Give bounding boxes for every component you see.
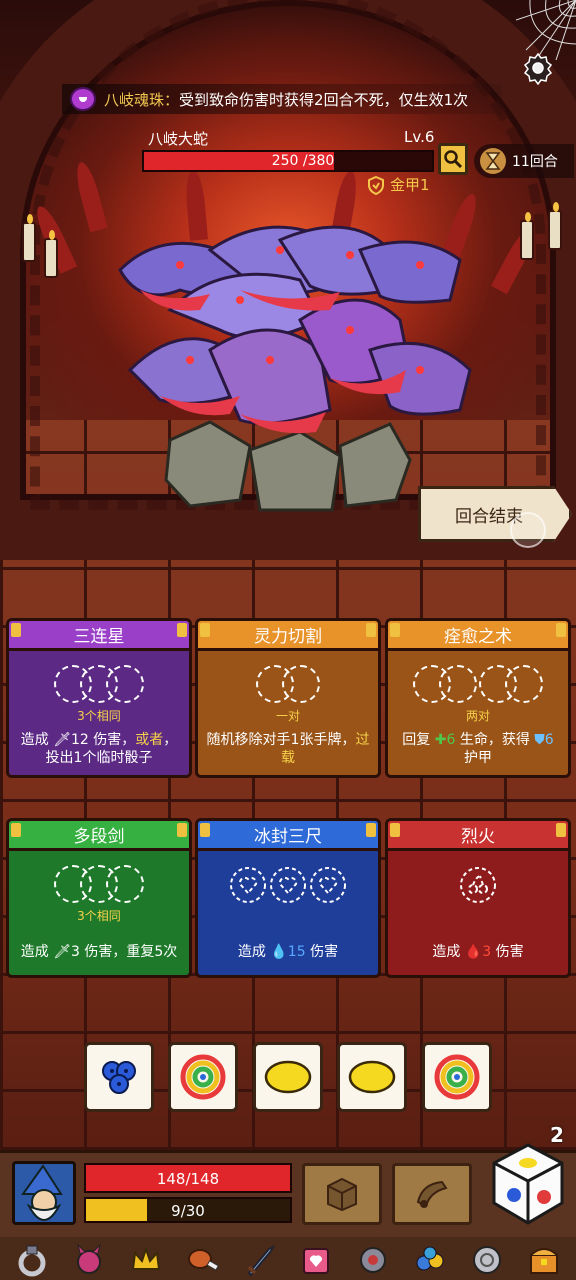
armor-text: 金甲1 bbox=[390, 176, 430, 194]
relic-name: 八岐魂珠 bbox=[104, 90, 165, 109]
card-description: 随机移除对手1张手牌，过载 bbox=[206, 732, 370, 766]
sword-icon[interactable] bbox=[240, 1241, 280, 1279]
dice-slot[interactable] bbox=[505, 665, 543, 703]
round-counter: 11回合 bbox=[474, 144, 574, 178]
player-hp-bar: 148/148 bbox=[84, 1163, 292, 1193]
meat-icon[interactable] bbox=[183, 1241, 223, 1279]
player-energy-bar: 9/30 bbox=[84, 1197, 292, 1223]
player-energy-text: 9/30 bbox=[171, 1202, 205, 1220]
enemy-name: 八岐大蛇 bbox=[148, 130, 209, 148]
player-avatar[interactable] bbox=[12, 1161, 76, 1225]
player-hp-text: 148/148 bbox=[156, 1170, 220, 1188]
dice-slots[interactable] bbox=[388, 865, 568, 905]
card-spirit-cut[interactable]: 灵力切割 一对 随机移除对手1张手牌，过载 bbox=[195, 618, 381, 778]
candle bbox=[520, 212, 534, 260]
horn-icon bbox=[416, 1180, 448, 1208]
card-blaze[interactable]: 烈火 造成 🩸3 伤害 bbox=[385, 818, 571, 978]
card-title: 冰封三尺 bbox=[198, 821, 378, 851]
settings-button[interactable] bbox=[518, 48, 558, 88]
rainbow-swirl-icon bbox=[180, 1054, 226, 1100]
card-healing-art[interactable]: 痊愈之术 两对 回复 ✚6 生命，获得 ⛊6 护甲 bbox=[385, 618, 571, 778]
sword-icon: 🗡 bbox=[53, 944, 71, 960]
love-potion-icon[interactable] bbox=[296, 1241, 336, 1279]
berries-icon[interactable] bbox=[410, 1241, 450, 1279]
enemy-hp-text: 250 /380 bbox=[271, 153, 335, 169]
rainbow-swirl-icon bbox=[434, 1054, 480, 1100]
dice-slots[interactable] bbox=[9, 665, 189, 703]
item-slot-dice-box[interactable] bbox=[302, 1163, 382, 1225]
hydra-boss-sprite[interactable] bbox=[100, 210, 480, 520]
sword-icon: 🗡 bbox=[53, 732, 71, 748]
card-description: 造成 🗡12 伤害，或者，投出1个临时骰子 bbox=[20, 732, 178, 766]
item-slot-horn[interactable] bbox=[392, 1163, 472, 1225]
hourglass-icon bbox=[480, 148, 506, 174]
slot-requirement: 3个相同 bbox=[77, 709, 121, 723]
dice-slot[interactable] bbox=[282, 665, 320, 703]
relic-effect-banner: 八岐魂珠：受到致命伤害时获得2回合不死，仅生效1次 bbox=[62, 84, 502, 114]
heart-slot-icon[interactable] bbox=[228, 865, 348, 905]
blueberry-icon bbox=[102, 1061, 136, 1094]
touch-indicator bbox=[510, 512, 546, 548]
slot-requirement: 3个相同 bbox=[77, 909, 121, 923]
coin-icon[interactable] bbox=[467, 1241, 507, 1279]
round-text: 11回合 bbox=[512, 154, 558, 170]
dice-slots[interactable] bbox=[198, 865, 378, 905]
enemy-level: Lv.6 bbox=[404, 128, 435, 146]
demon-orb-icon bbox=[70, 87, 96, 111]
slot-requirement: 一对 bbox=[275, 709, 300, 723]
candle bbox=[22, 214, 36, 262]
card-description: 造成 🩸3 伤害 bbox=[432, 944, 524, 960]
card-three-stars[interactable]: 三连星 3个相同 造成 🗡12 伤害，或者，投出1个临时骰子 bbox=[6, 618, 192, 778]
shield-icon bbox=[368, 175, 384, 195]
enemy-hp-bar: 250 /380 bbox=[142, 150, 434, 172]
slot-requirement: 两对 bbox=[465, 709, 490, 723]
card-description: 造成 🗡3 伤害，重复5次 bbox=[20, 944, 178, 960]
water-drop-icon: 💧 bbox=[270, 944, 288, 960]
relic-inventory-bar bbox=[0, 1237, 576, 1280]
heal-plus-icon: ✚ bbox=[434, 732, 447, 748]
ring-icon[interactable] bbox=[12, 1241, 52, 1279]
card-description: 回复 ✚6 生命，获得 ⛊6 护甲 bbox=[402, 732, 554, 766]
magnifier-icon bbox=[444, 150, 463, 169]
card-title: 烈火 bbox=[388, 821, 568, 851]
gauntlet-icon[interactable] bbox=[353, 1241, 393, 1279]
inspect-enemy-button[interactable] bbox=[438, 143, 468, 175]
candle bbox=[44, 230, 58, 278]
dice-slot[interactable] bbox=[106, 665, 144, 703]
dice-slot[interactable] bbox=[106, 865, 144, 903]
dice-slots[interactable] bbox=[198, 665, 378, 703]
card-title: 痊愈之术 bbox=[388, 621, 568, 651]
fire-drop-icon: 🩸 bbox=[464, 944, 483, 960]
card-description: 造成 💧15 伤害 bbox=[237, 944, 339, 960]
dice-slots[interactable] bbox=[388, 665, 568, 703]
die-lemon[interactable] bbox=[337, 1042, 407, 1112]
relic-effect-text: 受到致命伤害时获得2回合不死，仅生效1次 bbox=[179, 90, 469, 109]
dice-box-icon bbox=[327, 1177, 357, 1212]
end-turn-button[interactable]: 回合结束 bbox=[418, 486, 572, 542]
crown-icon[interactable] bbox=[126, 1241, 166, 1279]
demon-icon[interactable] bbox=[69, 1241, 109, 1279]
roll-dice-button[interactable] bbox=[488, 1141, 568, 1227]
card-title: 三连星 bbox=[9, 621, 189, 651]
die-rainbow[interactable] bbox=[422, 1042, 492, 1112]
shield-icon: ⛊ bbox=[534, 732, 545, 748]
dice-slots[interactable] bbox=[9, 865, 189, 903]
candle bbox=[548, 202, 562, 250]
card-title: 多段剑 bbox=[9, 821, 189, 851]
player-panel: 148/148 9/30 2 bbox=[0, 1123, 576, 1280]
card-multi-sword[interactable]: 多段剑 3个相同 造成 🗡3 伤害，重复5次 bbox=[6, 818, 192, 978]
enemy-armor-badge: 金甲1 bbox=[366, 174, 430, 195]
card-frozen-three-feet[interactable]: 冰封三尺 造成 💧15 伤害 bbox=[195, 818, 381, 978]
die-lemon[interactable] bbox=[253, 1042, 323, 1112]
cherry-slot-icon[interactable] bbox=[458, 865, 498, 905]
gear-icon bbox=[523, 52, 553, 85]
treasure-chest-icon[interactable] bbox=[524, 1241, 564, 1279]
lemon-icon bbox=[348, 1060, 396, 1094]
die-rainbow[interactable] bbox=[168, 1042, 238, 1112]
card-title: 灵力切割 bbox=[198, 621, 378, 651]
die-blueberry[interactable] bbox=[84, 1042, 154, 1112]
wizard-portrait-icon bbox=[21, 1164, 63, 1221]
lemon-icon bbox=[264, 1060, 312, 1094]
